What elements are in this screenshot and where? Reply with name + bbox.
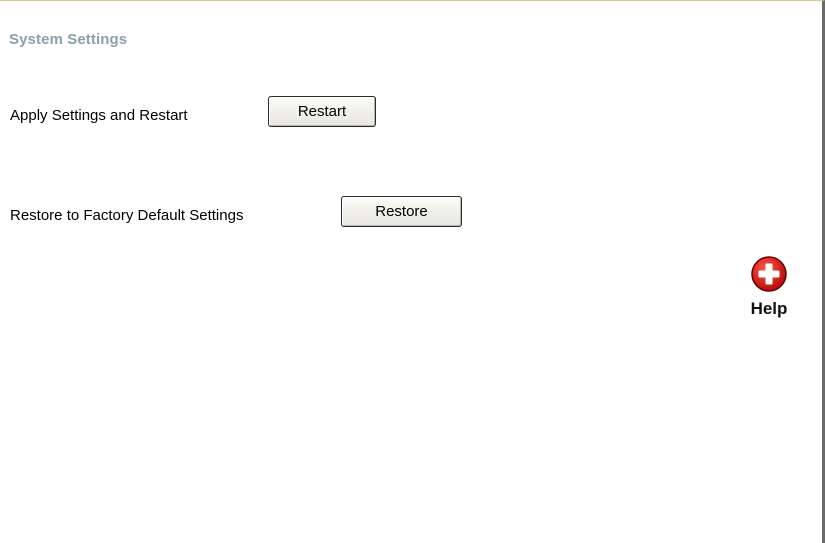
restart-button[interactable]: Restart xyxy=(268,96,376,127)
plus-circle-icon[interactable] xyxy=(750,255,788,293)
help-label[interactable]: Help xyxy=(744,299,794,319)
restart-label: Apply Settings and Restart xyxy=(10,107,188,124)
help-link[interactable]: Help xyxy=(744,255,794,319)
settings-panel: System Settings Apply Settings and Resta… xyxy=(0,0,825,543)
restore-button[interactable]: Restore xyxy=(341,196,462,227)
restore-label: Restore to Factory Default Settings xyxy=(10,207,244,224)
section-title: System Settings xyxy=(9,31,128,48)
